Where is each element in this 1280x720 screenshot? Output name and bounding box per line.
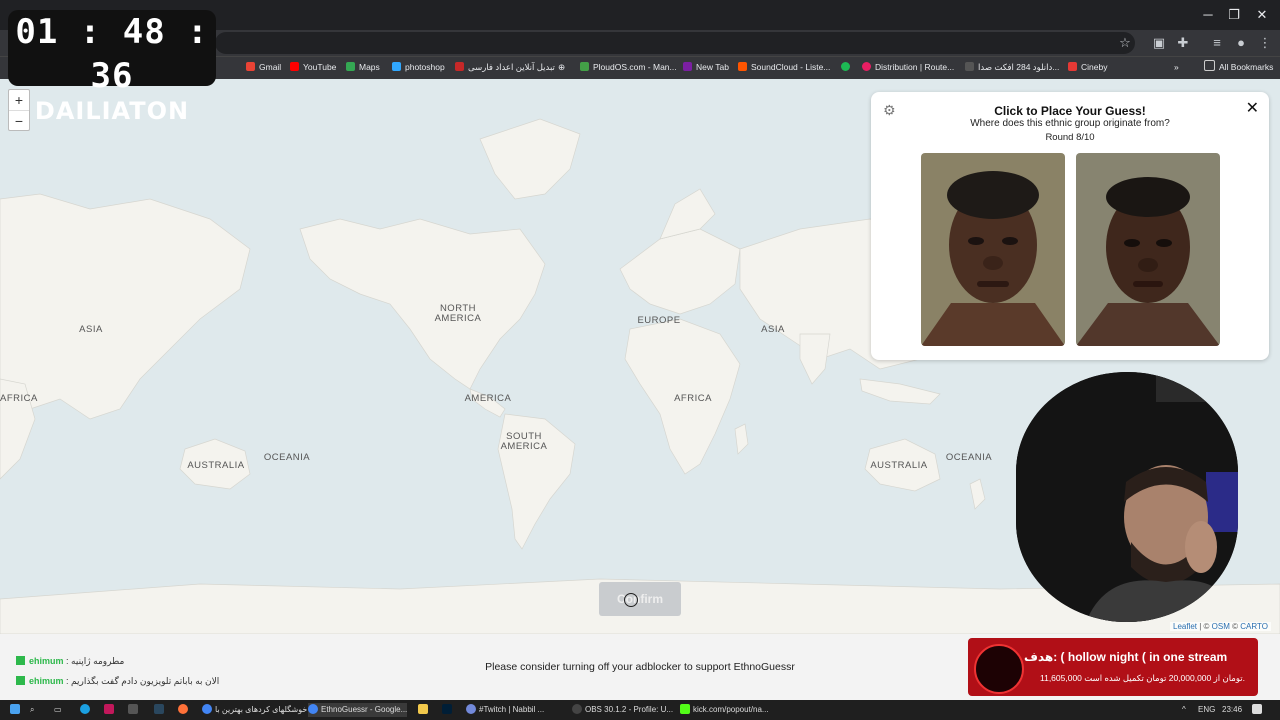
banner-title: هدف: ( hollow night ( in one stream <box>1024 650 1228 664</box>
face-image-1 <box>921 153 1065 346</box>
bookmarks-overflow-icon[interactable]: » <box>1174 60 1179 74</box>
timer-time: 01 : 48 : 36 <box>15 12 209 96</box>
panel-title: Click to Place Your Guess! <box>994 104 1146 118</box>
bookmark-gmail[interactable]: Gmail <box>246 60 281 74</box>
osm-link[interactable]: OSM <box>1212 622 1230 631</box>
banner-subtitle: 11,605,000 تومان از 20,000,000 تومان تکم… <box>1040 673 1245 683</box>
steam-icon[interactable] <box>154 703 167 717</box>
chat-text: : الان به باباتم تلویزیون دادم گفت بگذار… <box>66 676 220 686</box>
taskbar-discord[interactable]: #Twitch | Nabbil ... <box>466 703 544 717</box>
map-label-asia-left: ASIA <box>79 324 103 335</box>
taskbar-kick[interactable]: kick.com/popout/na... <box>680 703 769 717</box>
moderator-badge-icon <box>16 656 25 665</box>
moderator-badge-icon <box>16 676 25 685</box>
chat-text: : مطرومه ژاپنیه <box>66 656 125 666</box>
taskbar-clock[interactable]: 23:46 <box>1222 703 1242 717</box>
map-label-america: AMERICA <box>464 393 512 404</box>
map-attribution: Leaflet | © OSM © CARTO <box>1170 622 1271 631</box>
map-label-australia-right: AUSTRALIA <box>870 460 928 471</box>
adblock-notice: Please consider turning off your adblock… <box>485 661 795 673</box>
taskbar-chrome-kurds[interactable]: خوشگلهای کردهای بهترین با <box>202 703 307 717</box>
chat-user: ehimum <box>29 656 64 666</box>
bookmark-persian-numbers[interactable]: تبدیل آنلاین اعداد فارسی <box>455 60 555 74</box>
firefox-icon[interactable] <box>178 703 191 717</box>
bookmark-new-tab[interactable]: New Tab <box>683 60 729 74</box>
notification-icon[interactable] <box>1252 703 1265 717</box>
window-close-icon[interactable]: ✕ <box>1250 6 1274 24</box>
windows-start-icon[interactable] <box>10 703 23 717</box>
bookmark-sound-effects[interactable]: دانلود 284 افکت صدا... <box>965 60 1059 74</box>
address-bar[interactable] <box>215 32 1135 54</box>
globe-icon[interactable]: ⊕ <box>558 60 565 74</box>
timer-label: DAILIATON <box>34 97 190 125</box>
round-indicator: Round 8/10 <box>1045 132 1095 143</box>
minimize-icon[interactable]: ─ <box>1196 6 1220 24</box>
media-icon[interactable]: ≡ <box>1208 34 1226 52</box>
bookmark-photoshop[interactable]: photoshop <box>392 60 445 74</box>
puzzle-icon[interactable]: ✚ <box>1174 34 1192 52</box>
app-r-icon[interactable] <box>104 703 117 717</box>
map-label-africa-left: AFRICA <box>0 393 38 404</box>
task-view-icon[interactable]: ▭ <box>54 703 62 717</box>
chat-message-2: ehimum : الان به باباتم تلویزیون دادم گف… <box>16 676 219 687</box>
map-label-asia-right: ASIA <box>761 324 785 335</box>
stream-timer-overlay: 01 : 48 : 36 DAILIATON <box>8 10 216 124</box>
map-label-europe: EUROPE <box>637 315 681 326</box>
confirm-button[interactable]: Confirm <box>599 582 681 616</box>
search-icon[interactable]: ⌕ <box>30 703 34 717</box>
not-allowed-cursor-icon <box>624 593 638 607</box>
map-label-africa: AFRICA <box>674 393 712 404</box>
app-folder-icon[interactable] <box>418 703 431 717</box>
extension-icon[interactable]: ▣ <box>1150 34 1168 52</box>
taskbar-obs[interactable]: OBS 30.1.2 - Profile: U... <box>572 703 673 717</box>
language-indicator[interactable]: ENG <box>1198 703 1215 717</box>
guess-panel: ⚙ Click to Place Your Guess! Where does … <box>871 92 1269 360</box>
photoshop-icon[interactable] <box>442 703 455 717</box>
sharingan-logo-icon <box>974 644 1024 694</box>
chat-message-1: ehimum : مطرومه ژاپنیه <box>16 656 124 667</box>
bookmark-distribution[interactable]: Distribution | Route... <box>862 60 954 74</box>
edge-icon[interactable] <box>80 703 93 717</box>
map-label-australia-left: AUSTRALIA <box>187 460 245 471</box>
bookmark-youtube[interactable]: YouTube <box>290 60 336 74</box>
carto-link[interactable]: CARTO <box>1240 622 1268 631</box>
leaflet-link[interactable]: Leaflet <box>1173 622 1197 631</box>
kebab-menu-icon[interactable]: ⋮ <box>1256 34 1274 52</box>
map-label-north-america: NORTH AMERICA <box>434 303 482 324</box>
bookmark-soundcloud[interactable]: SoundCloud - Liste... <box>738 60 830 74</box>
map-label-south-america: SOUTH AMERICA <box>500 431 548 452</box>
tray-chevron-icon[interactable]: ^ <box>1182 703 1186 717</box>
bookmark-cineby[interactable]: Cineby <box>1068 60 1107 74</box>
profile-icon[interactable]: ● <box>1232 34 1250 52</box>
maximize-icon[interactable]: ❐ <box>1222 6 1246 24</box>
spotify-icon[interactable] <box>841 60 854 74</box>
taskbar-ethnoguessr[interactable]: EthnoGuessr - Google... <box>308 703 408 717</box>
close-icon[interactable]: ✕ <box>1246 98 1259 118</box>
face-image-2 <box>1076 153 1220 346</box>
streamer-webcam <box>1016 372 1238 622</box>
all-bookmarks[interactable]: All Bookmarks <box>1204 60 1273 74</box>
app-grid-icon[interactable] <box>128 703 141 717</box>
donation-goal-banner: هدف: ( hollow night ( in one stream 11,6… <box>968 638 1258 696</box>
panel-subtitle: Where does this ethnic group originate f… <box>970 118 1170 129</box>
map-label-oceania-left: OCEANIA <box>263 452 311 463</box>
star-icon[interactable]: ☆ <box>1116 34 1134 52</box>
chat-user: ehimum <box>29 676 64 686</box>
bookmark-maps[interactable]: Maps <box>346 60 380 74</box>
map-label-oceania-right: OCEANIA <box>945 452 993 463</box>
bookmark-ploudos[interactable]: PloudOS.com - Man... <box>580 60 677 74</box>
